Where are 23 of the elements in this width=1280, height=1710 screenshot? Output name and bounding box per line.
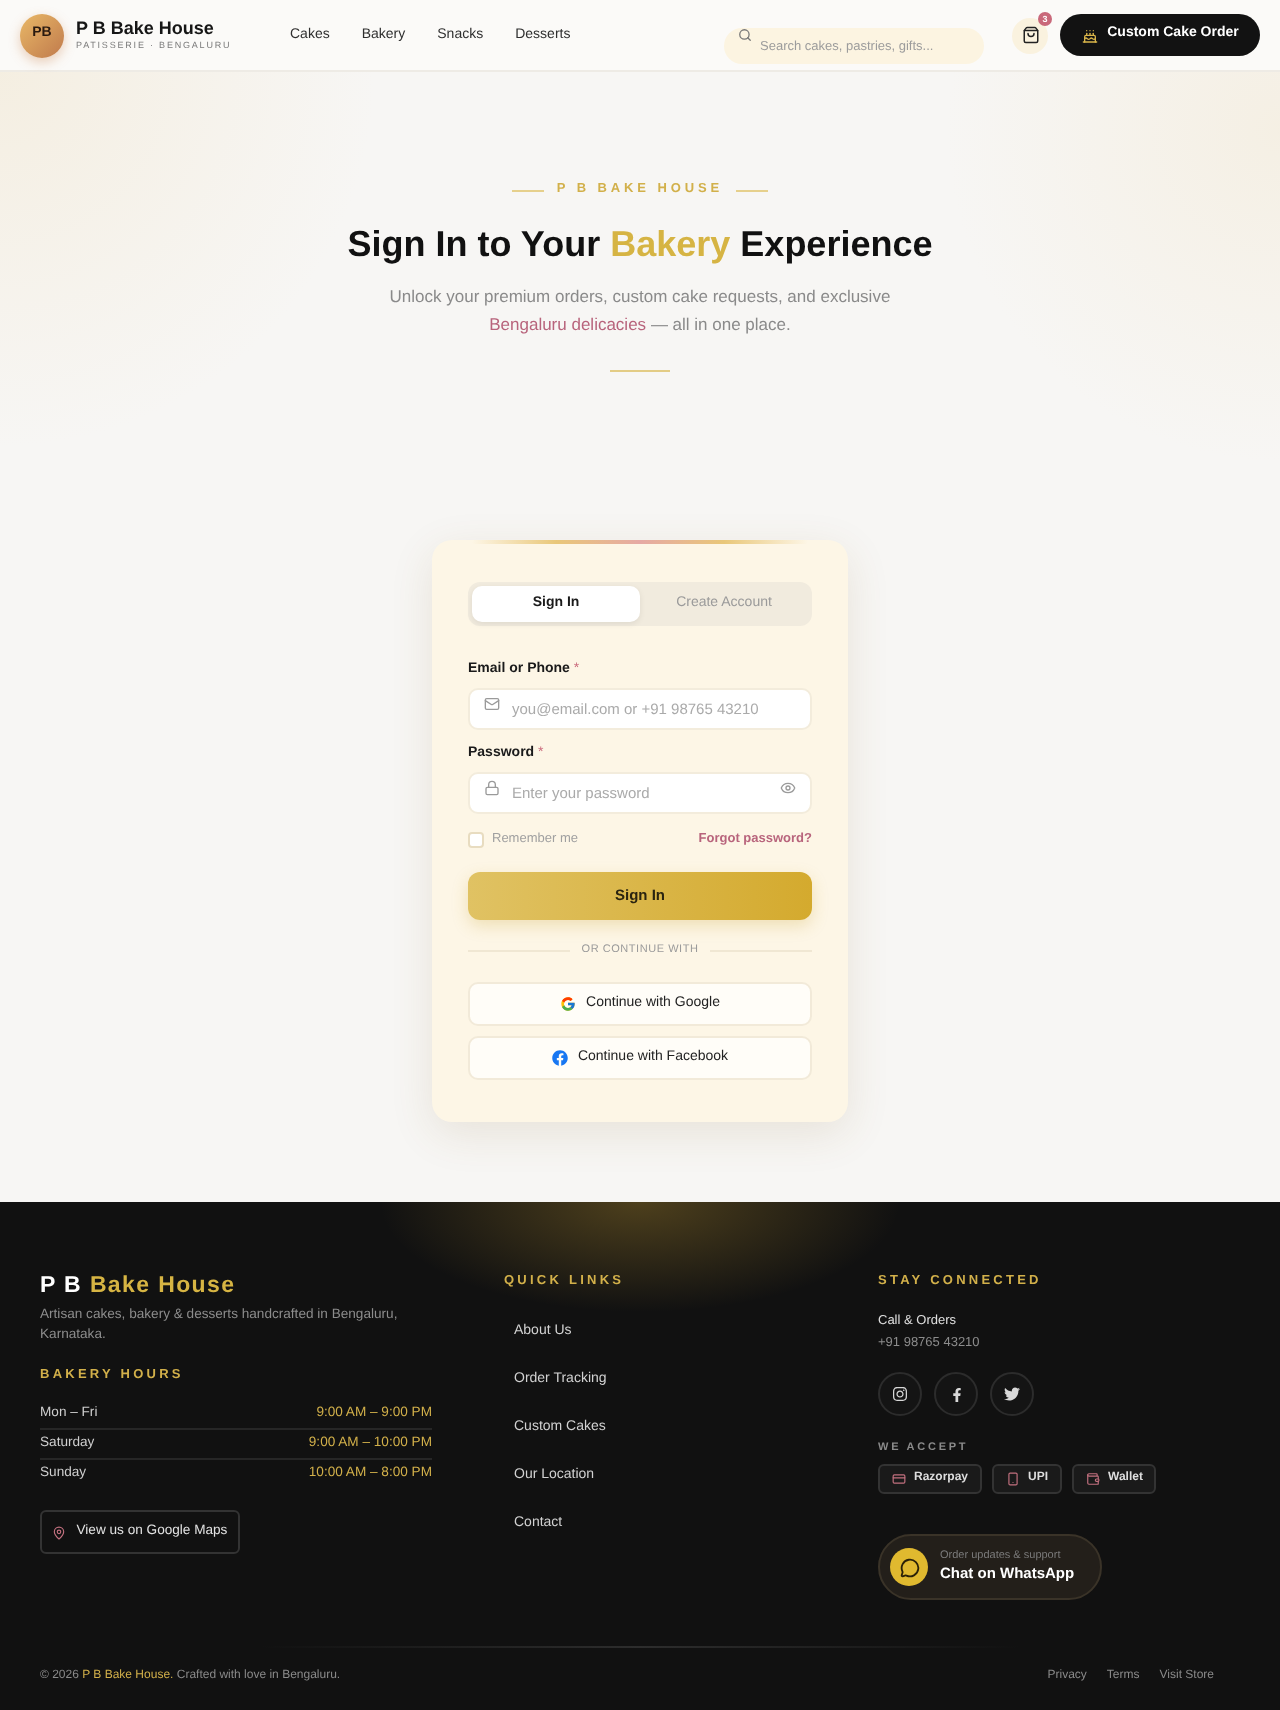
footer-brand-name: P B Bake House: [40, 1272, 238, 1300]
social-link[interactable]: [878, 1372, 922, 1416]
social-link[interactable]: [990, 1372, 1034, 1416]
page-title: Sign In to Your Bakery Experience: [347, 222, 933, 266]
page-subtitle: Unlock your premium orders, custom cake requests, and exclusive Bengaluru delicacies — all in one place.: [387, 284, 893, 338]
chat-bubble-icon: [890, 1548, 928, 1586]
brand-name: P B Bake House: [76, 18, 216, 38]
card-icon: [892, 1472, 906, 1486]
facebook-icon: [551, 1050, 568, 1066]
twitter-icon: [1004, 1386, 1020, 1402]
phone-icon: [1006, 1472, 1021, 1486]
shopping-bag-icon: [1021, 26, 1039, 44]
social-link[interactable]: [934, 1372, 978, 1416]
google-icon: [560, 996, 577, 1012]
facebook-icon: [949, 1387, 963, 1401]
eye-icon[interactable]: [780, 779, 796, 795]
instagram-icon: [892, 1386, 908, 1402]
remember-checkbox[interactable]: [468, 832, 484, 848]
wallet-icon: [1086, 1472, 1101, 1486]
envelope-icon: [484, 695, 500, 711]
lock-icon: [484, 779, 500, 795]
search-icon: [738, 28, 752, 42]
map-pin-icon: [52, 1525, 67, 1539]
